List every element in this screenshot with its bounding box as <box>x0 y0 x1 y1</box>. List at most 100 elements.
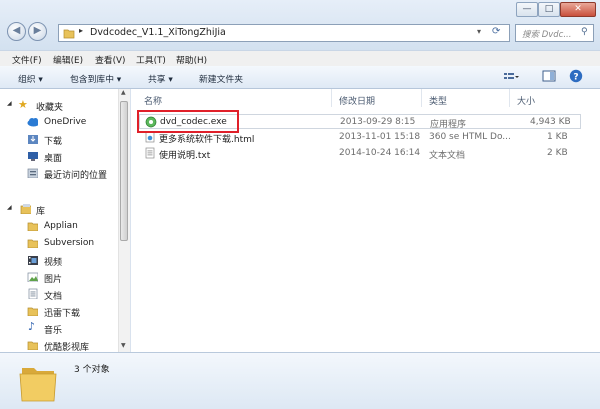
item-count: 3 个对象 <box>74 365 110 375</box>
menu-edit[interactable]: 编辑(E) <box>53 53 83 66</box>
nav-label: OneDrive <box>44 117 87 127</box>
scrollbar-thumb[interactable] <box>120 101 128 241</box>
file-date: 2013-09-29 8:15 <box>340 117 416 127</box>
file-date: 2013-11-01 15:18 <box>339 132 421 142</box>
maximize-button[interactable]: □ <box>538 2 560 17</box>
picture-library-icon <box>27 272 38 282</box>
include-in-library-button[interactable]: 包含到库中 ▾ <box>70 72 121 85</box>
forward-button[interactable]: ▶ <box>28 22 47 41</box>
expand-arrow-icon[interactable]: ◢ <box>7 100 12 107</box>
new-folder-button[interactable]: 新建文件夹 <box>199 72 243 85</box>
search-box[interactable]: 搜索 Dvdc... ⚲ <box>515 24 594 42</box>
preview-pane-icon[interactable] <box>542 70 556 83</box>
folder-icon <box>27 239 38 248</box>
nav-label: 桌面 <box>44 154 63 164</box>
folder-icon <box>63 29 75 39</box>
nav-label: Subversion <box>44 238 95 248</box>
document-library-icon <box>28 288 38 299</box>
address-bar[interactable]: ▸ Dvdcodec_V1.1_XiTongZhiJia ▾ ⟳ <box>58 24 510 42</box>
nav-desktop[interactable]: 桌面 <box>0 148 118 164</box>
file-size: 2 KB <box>547 148 568 158</box>
search-icon[interactable]: ⚲ <box>581 27 588 37</box>
nav-youku-library[interactable]: 优酷影视库 <box>0 337 118 352</box>
back-arrow-icon: ◀ <box>12 25 21 36</box>
file-size: 1 KB <box>547 132 568 142</box>
breadcrumb-path[interactable]: Dvdcodec_V1.1_XiTongZhiJia <box>90 27 226 38</box>
nav-downloads[interactable]: 下载 <box>0 131 118 147</box>
minimize-button[interactable]: — <box>516 2 538 17</box>
menu-tools[interactable]: 工具(T) <box>136 53 166 66</box>
nav-videos[interactable]: 视频 <box>0 252 118 268</box>
file-size: 4,943 KB <box>530 117 571 127</box>
command-bar: 组织 ▾ 包含到库中 ▾ 共享 ▾ 新建文件夹 ? <box>0 66 600 89</box>
forward-arrow-icon: ▶ <box>33 25 42 36</box>
breadcrumb-separator-icon: ▸ <box>79 26 84 35</box>
scroll-down-icon[interactable]: ▼ <box>121 342 126 349</box>
column-header-name[interactable]: 名称 <box>144 94 162 107</box>
nav-label: 最近访问的位置 <box>44 171 108 181</box>
music-note-icon: ♪ <box>28 320 36 333</box>
dropdown-arrow-icon[interactable]: ▾ <box>477 27 481 36</box>
highlight-annotation <box>137 110 239 133</box>
column-divider[interactable] <box>509 89 510 107</box>
column-header-date[interactable]: 修改日期 <box>339 94 375 107</box>
nav-pictures[interactable]: 图片 <box>0 269 118 285</box>
scroll-up-icon[interactable]: ▲ <box>121 89 126 96</box>
file-row[interactable]: 使用说明.txt 2014-10-24 16:14 文本文档 2 KB <box>139 146 581 161</box>
help-icon[interactable]: ? <box>569 69 583 83</box>
nav-label: 文档 <box>44 292 63 302</box>
video-library-icon <box>28 256 38 265</box>
share-button[interactable]: 共享 ▾ <box>148 72 173 85</box>
nav-xunlei-downloads[interactable]: 迅雷下载 <box>0 303 118 319</box>
star-icon: ★ <box>18 98 28 111</box>
library-icon <box>20 204 31 214</box>
nav-favorites[interactable]: ◢ ★ 收藏夹 <box>0 97 118 113</box>
cloud-icon <box>27 118 38 127</box>
column-divider[interactable] <box>331 89 332 107</box>
nav-label: Applian <box>44 221 78 231</box>
nav-label: 图片 <box>44 275 63 285</box>
file-type: 应用程序 <box>430 120 467 130</box>
file-date: 2014-10-24 16:14 <box>339 148 421 158</box>
navigation-pane: ◢ ★ 收藏夹 OneDrive 下载 桌面 最近访问的位置 ◢ 库 Appli… <box>0 89 131 352</box>
file-name: 使用说明.txt <box>159 151 211 161</box>
large-folder-icon <box>19 368 57 402</box>
nav-label: 音乐 <box>44 326 63 336</box>
expand-arrow-icon[interactable]: ◢ <box>7 204 12 211</box>
text-file-icon <box>145 147 155 159</box>
nav-onedrive[interactable]: OneDrive <box>0 114 118 130</box>
nav-applian[interactable]: Applian <box>0 218 118 234</box>
column-divider[interactable] <box>421 89 422 107</box>
file-type: 360 se HTML Do... <box>429 132 511 142</box>
recent-places-icon <box>27 168 38 178</box>
organize-button[interactable]: 组织 ▾ <box>18 72 43 85</box>
column-header-size[interactable]: 大小 <box>517 94 535 107</box>
close-button[interactable]: ✕ <box>560 2 596 17</box>
file-type: 文本文档 <box>429 151 466 161</box>
nav-label: 库 <box>36 207 46 217</box>
nav-scrollbar[interactable]: ▲ ▼ <box>118 89 130 352</box>
explorer-window: — □ ✕ ◀ ▶ ▸ Dvdcodec_V1.1_XiTongZhiJia ▾… <box>0 0 600 409</box>
nav-recent-places[interactable]: 最近访问的位置 <box>0 165 118 181</box>
nav-label: 视频 <box>44 258 63 268</box>
nav-label: 收藏夹 <box>36 103 64 113</box>
nav-subversion[interactable]: Subversion <box>0 235 118 251</box>
title-bar: — □ ✕ ◀ ▶ ▸ Dvdcodec_V1.1_XiTongZhiJia ▾… <box>0 0 600 50</box>
column-header-type[interactable]: 类型 <box>429 94 447 107</box>
file-name: 更多系统软件下载.html <box>159 135 255 145</box>
nav-libraries[interactable]: ◢ 库 <box>0 201 118 217</box>
view-options-icon[interactable] <box>503 71 519 83</box>
nav-label: 迅雷下载 <box>44 309 81 319</box>
nav-label: 优酷影视库 <box>44 343 90 352</box>
menu-view[interactable]: 查看(V) <box>95 53 125 66</box>
refresh-icon[interactable]: ⟳ <box>492 26 500 37</box>
downloads-folder-icon <box>28 135 38 144</box>
nav-music[interactable]: ♪ 音乐 <box>0 320 118 336</box>
menu-bar: 文件(F) 编辑(E) 查看(V) 工具(T) 帮助(H) <box>0 50 600 67</box>
menu-help[interactable]: 帮助(H) <box>176 53 207 66</box>
search-placeholder: 搜索 Dvdc... <box>522 30 572 40</box>
menu-file[interactable]: 文件(F) <box>12 53 42 66</box>
back-button[interactable]: ◀ <box>7 22 26 41</box>
nav-documents[interactable]: 文档 <box>0 286 118 302</box>
folder-icon <box>27 341 38 350</box>
